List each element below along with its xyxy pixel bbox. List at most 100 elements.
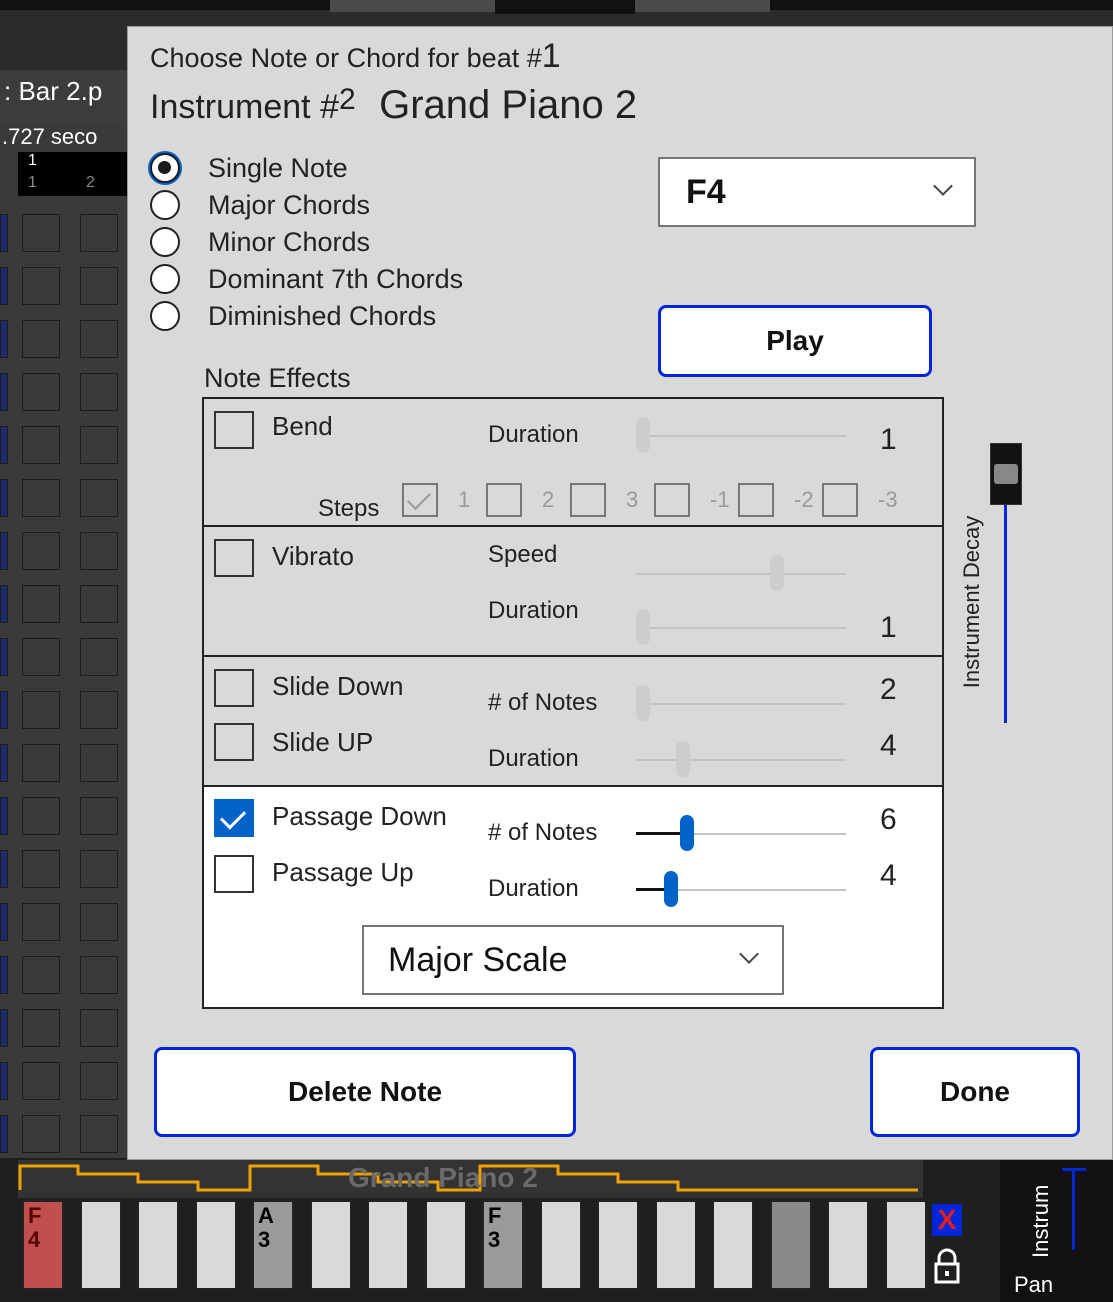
slide-duration-thumb[interactable]	[676, 741, 690, 777]
beat-key[interactable]	[712, 1200, 754, 1290]
note-mode-radio[interactable]	[150, 264, 180, 294]
note-mode-option[interactable]: Dominant 7th Chords	[150, 264, 550, 300]
scale-select[interactable]: Major Scale	[362, 925, 784, 995]
grid-cell[interactable]	[22, 691, 60, 729]
slide-duration-track[interactable]	[636, 759, 846, 761]
bend-step-checkbox[interactable]	[570, 483, 606, 517]
note-effects-label: Note Effects	[204, 363, 351, 393]
passage-up-checkbox[interactable]	[214, 855, 254, 893]
bend-step-checkbox[interactable]	[822, 483, 858, 517]
grid-cell[interactable]	[22, 214, 60, 252]
grid-cell[interactable]	[80, 585, 118, 623]
beat-key[interactable]	[79, 1200, 122, 1290]
grid-cell[interactable]	[80, 267, 118, 305]
grid-cell[interactable]	[22, 1062, 60, 1100]
passage-down-checkbox[interactable]	[214, 799, 254, 837]
beat-key[interactable]	[137, 1200, 179, 1290]
note-mode-radio[interactable]	[150, 227, 180, 257]
note-mode-option[interactable]: Minor Chords	[150, 227, 550, 263]
grid-cell[interactable]	[22, 426, 60, 464]
note-mode-option[interactable]: Major Chords	[150, 190, 550, 226]
beat-key[interactable]: F 4	[22, 1200, 64, 1290]
beat-key[interactable]	[597, 1200, 639, 1290]
done-button[interactable]: Done	[870, 1047, 1080, 1137]
beat-key[interactable]: F 3	[482, 1200, 524, 1290]
note-mode-option[interactable]: Diminished Chords	[150, 301, 550, 337]
vibrato-duration-track[interactable]	[636, 627, 846, 629]
lock-icon[interactable]	[934, 1248, 960, 1284]
grid-cell[interactable]	[80, 1009, 118, 1047]
passage-duration-thumb[interactable]	[664, 871, 678, 907]
bend-duration-thumb[interactable]	[636, 417, 650, 453]
beat-key[interactable]	[309, 1200, 352, 1290]
note-mode-radio[interactable]	[150, 301, 180, 331]
instrument-decay-thumb[interactable]	[990, 443, 1022, 505]
delete-note-button[interactable]: Delete Note	[154, 1047, 576, 1137]
grid-cell[interactable]	[80, 1062, 118, 1100]
grid-cell[interactable]	[22, 903, 60, 941]
grid-cell[interactable]	[80, 373, 118, 411]
grid-cell[interactable]	[22, 797, 60, 835]
grid-cell[interactable]	[80, 1115, 118, 1153]
grid-cell[interactable]	[80, 426, 118, 464]
note-select[interactable]: F4	[658, 157, 976, 227]
slide-up-checkbox[interactable]	[214, 723, 254, 761]
grid-cell[interactable]	[80, 850, 118, 888]
instrument-decay-track[interactable]	[1004, 467, 1007, 723]
grid-cell[interactable]	[22, 1009, 60, 1047]
note-mode-radio[interactable]	[150, 153, 180, 183]
beat-key[interactable]: A 3	[252, 1200, 294, 1290]
passage-notes-thumb[interactable]	[680, 815, 694, 851]
vibrato-checkbox[interactable]	[214, 539, 254, 577]
grid-cell[interactable]	[22, 850, 60, 888]
vibrato-speed-thumb[interactable]	[770, 555, 784, 591]
grid-cell[interactable]	[80, 903, 118, 941]
beat-key[interactable]	[539, 1200, 582, 1290]
delete-track-icon[interactable]: X	[932, 1204, 962, 1236]
beat-key[interactable]	[424, 1200, 467, 1290]
grid-cell[interactable]	[22, 479, 60, 517]
bend-checkbox[interactable]	[214, 411, 254, 449]
beat-key[interactable]	[367, 1200, 409, 1290]
grid-cell[interactable]	[22, 744, 60, 782]
play-button[interactable]: Play	[658, 305, 932, 377]
grid-cell[interactable]	[80, 691, 118, 729]
bend-step-checkbox[interactable]	[654, 483, 690, 517]
grid-cell[interactable]	[80, 214, 118, 252]
slide-down-checkbox[interactable]	[214, 669, 254, 707]
slide-notes-track[interactable]	[636, 703, 846, 705]
grid-cell[interactable]	[80, 956, 118, 994]
beat-key[interactable]	[769, 1200, 812, 1290]
grid-cell[interactable]	[80, 797, 118, 835]
mixer-slider-track[interactable]	[1072, 1168, 1075, 1250]
grid-cell[interactable]	[80, 320, 118, 358]
bend-step-checkbox[interactable]	[738, 483, 774, 517]
slide-notes-thumb[interactable]	[636, 685, 650, 721]
grid-cell[interactable]	[22, 320, 60, 358]
grid-cell[interactable]	[22, 638, 60, 676]
bend-duration-track[interactable]	[636, 435, 846, 437]
grid-cell[interactable]	[22, 585, 60, 623]
beat-key[interactable]	[194, 1200, 237, 1290]
vibrato-speed-label: Speed	[488, 541, 558, 568]
grid-cell[interactable]	[22, 373, 60, 411]
grid-cell[interactable]	[80, 532, 118, 570]
grid-cell[interactable]	[80, 744, 118, 782]
bend-step-checkbox[interactable]	[486, 483, 522, 517]
mixer-slider-thumb[interactable]	[1062, 1168, 1086, 1171]
grid-cell[interactable]	[22, 1115, 60, 1153]
vibrato-speed-track[interactable]	[636, 573, 846, 575]
note-mode-radio[interactable]	[150, 190, 180, 220]
beat-key[interactable]	[654, 1200, 697, 1290]
grid-row-marker	[0, 903, 8, 941]
grid-cell[interactable]	[80, 479, 118, 517]
bend-step-checkbox[interactable]	[402, 483, 438, 517]
grid-cell[interactable]	[22, 956, 60, 994]
grid-cell[interactable]	[22, 532, 60, 570]
beat-key[interactable]	[884, 1200, 927, 1290]
note-mode-option[interactable]: Single Note	[150, 153, 550, 189]
grid-cell[interactable]	[80, 638, 118, 676]
grid-cell[interactable]	[22, 267, 60, 305]
vibrato-duration-thumb[interactable]	[636, 609, 650, 645]
beat-key[interactable]	[827, 1200, 869, 1290]
